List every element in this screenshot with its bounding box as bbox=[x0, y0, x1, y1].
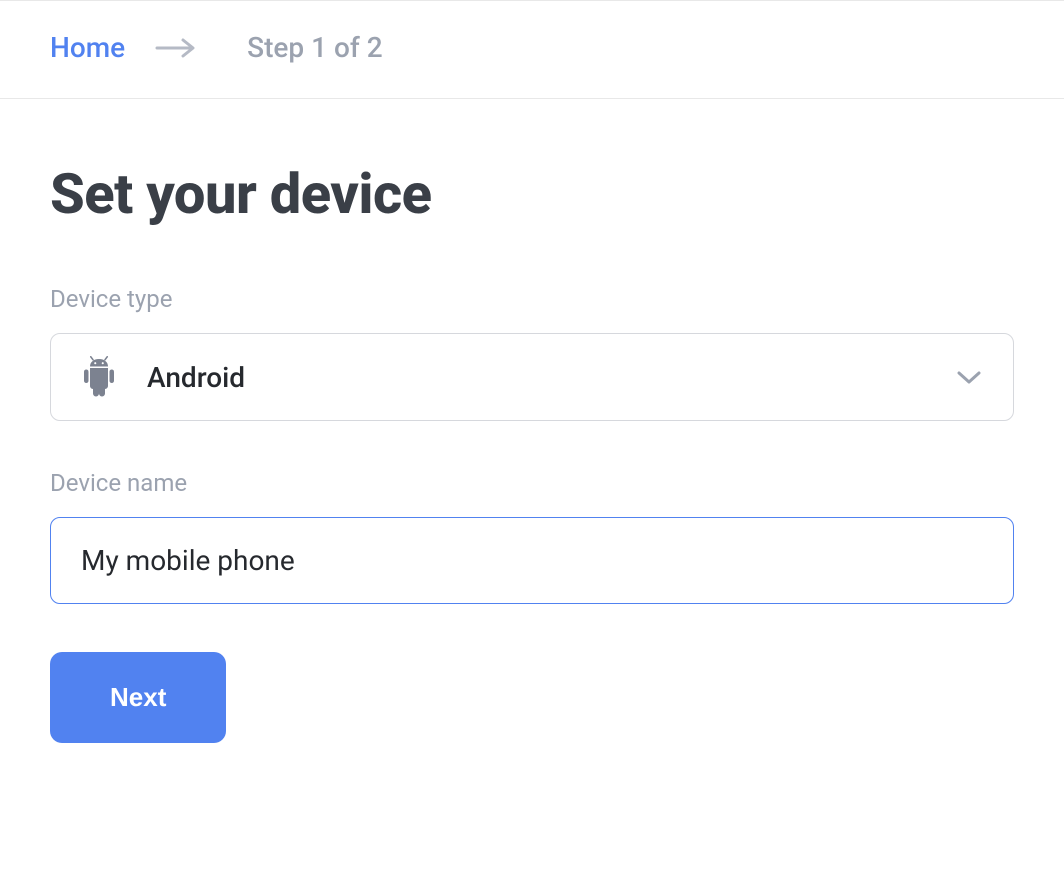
breadcrumb: Home Step 1 of 2 bbox=[0, 1, 1064, 99]
device-type-label: Device type bbox=[50, 285, 1014, 313]
page-title: Set your device bbox=[50, 161, 1014, 227]
chevron-down-icon bbox=[955, 369, 983, 385]
android-icon bbox=[81, 356, 117, 398]
device-type-select[interactable]: Android bbox=[50, 333, 1014, 421]
arrow-right-icon bbox=[155, 36, 197, 60]
device-type-value: Android bbox=[147, 361, 955, 394]
device-name-label: Device name bbox=[50, 469, 1014, 497]
breadcrumb-home-link[interactable]: Home bbox=[50, 31, 125, 64]
breadcrumb-step-label: Step 1 of 2 bbox=[247, 31, 383, 64]
device-name-input[interactable] bbox=[50, 517, 1014, 604]
next-button[interactable]: Next bbox=[50, 652, 226, 743]
